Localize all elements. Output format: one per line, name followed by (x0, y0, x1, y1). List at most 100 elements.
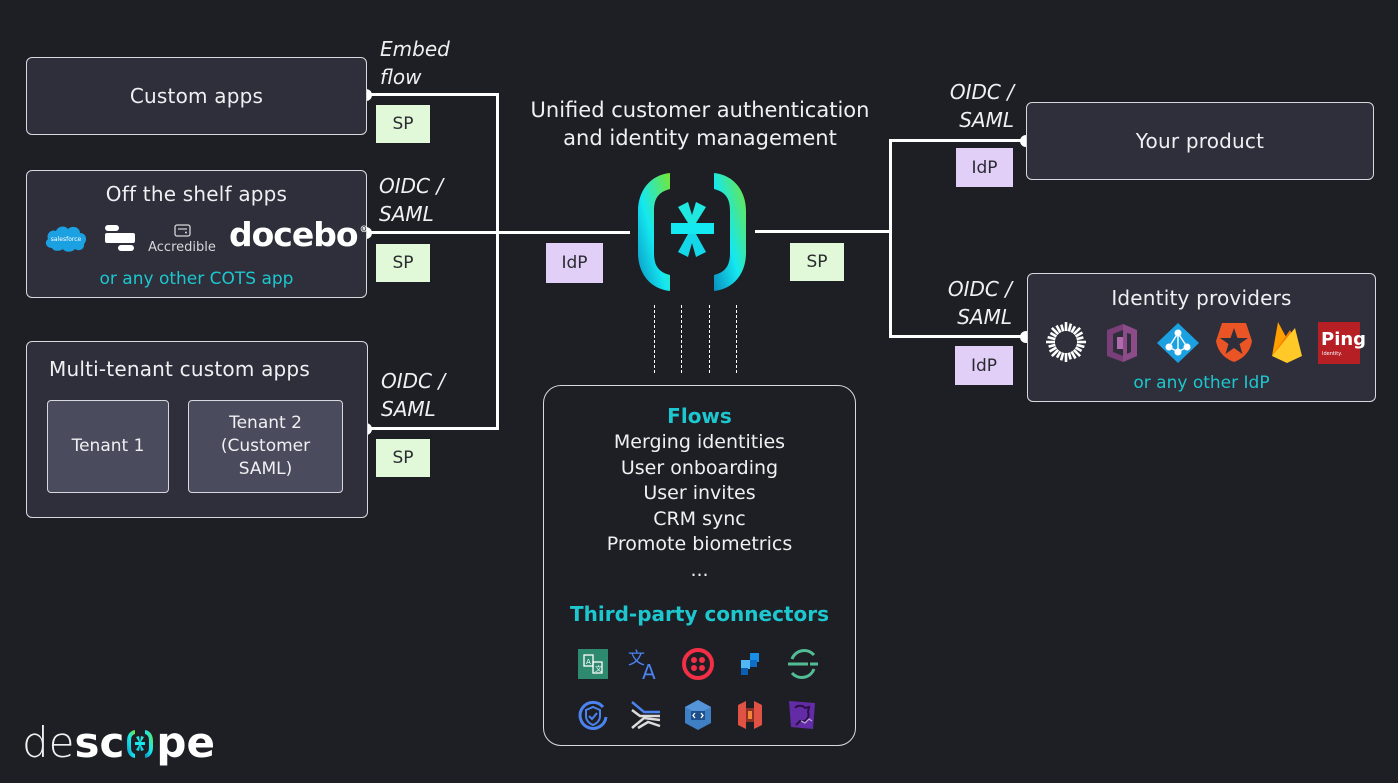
tenant-1-label: Tenant 1 (71, 436, 145, 456)
your-product-idp-tag: IdP (956, 148, 1013, 187)
ping-identity-icon: Ping Identity. (1318, 322, 1366, 364)
center-title: Unified customer authentication and iden… (520, 96, 880, 152)
identity-providers-box: Identity providers Ping Identity. or any… (1027, 273, 1376, 402)
okta-ray (1067, 352, 1072, 360)
connector-center-right-h (755, 230, 891, 233)
svg-text:文: 文 (595, 664, 602, 673)
okta-ray (1048, 343, 1056, 348)
off-shelf-sp-tag: SP (376, 244, 430, 282)
connector-off-shelf-h (366, 231, 630, 234)
custom-apps-box: Custom apps (26, 57, 367, 135)
flow-item: Promote biometrics (606, 533, 793, 555)
idp-footer: or any other IdP (1133, 373, 1270, 393)
svg-text:A: A (586, 658, 591, 666)
svg-text:Accredible: Accredible (148, 240, 216, 255)
connector-left-trunk-v (496, 93, 499, 430)
your-product-protocol: OIDC / SAML (940, 78, 1014, 134)
dashed-connector-1 (654, 305, 655, 373)
auth0-icon (1216, 323, 1252, 362)
center-sp-tag: SP (790, 243, 844, 281)
svg-text:A: A (642, 660, 656, 681)
segment-icon (788, 649, 818, 679)
identity-providers-title: Identity providers (1111, 286, 1292, 310)
connector-idp-h (889, 335, 1027, 338)
custom-apps-title: Custom apps (129, 84, 264, 108)
protocol-line: OIDC / (381, 369, 446, 393)
flow-item: User invites (643, 482, 756, 504)
off-shelf-footer: or any other COTS app (99, 269, 294, 289)
center-title-line: Unified customer authentication (530, 98, 870, 122)
docebo-logo-icon: docebo ® (229, 215, 369, 254)
docebo-text: docebo (229, 215, 359, 254)
protocol-line: OIDC / (379, 174, 444, 198)
ping-text: Ping (1321, 329, 1367, 350)
google-translate-icon: 文 A (628, 649, 656, 681)
okta-ray (1055, 350, 1062, 359)
flows-title: Flows (667, 404, 732, 428)
idp-protocol: OIDC / SAML (938, 275, 1012, 331)
okta-ray (1049, 331, 1058, 338)
your-product-box: Your product (1026, 102, 1374, 180)
your-product-title: Your product (1135, 129, 1265, 153)
tenant-2-label: Tenant 2 (229, 413, 302, 433)
okta-ray (1060, 324, 1065, 332)
descope-wordmark: desc pe (22, 718, 215, 767)
okta-ray (1070, 325, 1077, 334)
multi-tenant-sp-tag: SP (376, 439, 430, 477)
okta-ray (1076, 336, 1084, 341)
dashed-connector-3 (709, 305, 710, 373)
tenant-2-box: Tenant 2 (Customer SAML) (188, 400, 343, 493)
aws-codecommit-icon (685, 700, 711, 730)
descope-logo-icon (638, 173, 746, 291)
ping-sub-text: Identity. (1322, 351, 1343, 357)
connector-multi-tenant-h (366, 427, 499, 430)
protocol-line: flow (380, 65, 422, 89)
off-shelf-apps-box: Off the shelf apps salesforce Accredible… (26, 170, 369, 298)
azure-ad-icon (1157, 323, 1199, 363)
protocol-line: OIDC / (947, 277, 1012, 301)
idp-idp-tag: IdP (955, 346, 1013, 385)
protocol-line: SAML (381, 397, 436, 421)
okta-ray (1074, 346, 1083, 353)
svg-text:salesforce: salesforce (51, 236, 82, 243)
tenant-2-label: (Customer (220, 436, 311, 456)
protocol-line: SAML (959, 108, 1014, 132)
protocol-line: SAML (957, 305, 1012, 329)
flows-box: Flows Merging identities User onboarding… (543, 385, 856, 746)
okta-ray (1047, 335, 1056, 341)
flow-item: CRM sync (653, 507, 746, 530)
accredible-logo-icon: Accredible (148, 224, 216, 255)
dashed-connector-4 (736, 305, 737, 373)
custom-apps-sp-tag: SP (376, 105, 430, 143)
protocol-line: SAML (379, 202, 434, 226)
salesforce-logo-icon: salesforce (45, 226, 87, 252)
center-idp-tag: IdP (546, 243, 603, 283)
datadog-icon (789, 701, 815, 729)
multi-tenant-protocol: OIDC / SAML (381, 367, 445, 423)
stacked-bars-logo-icon (105, 225, 135, 251)
wordmark-o-icon (127, 730, 154, 758)
wordmark-bold: pe (156, 718, 215, 767)
dashed-connector-2 (681, 305, 682, 373)
okta-ray (1067, 323, 1073, 332)
custom-apps-protocol: Embed flow (380, 35, 450, 91)
fingerprint-shield-icon (578, 700, 608, 730)
connector-right-trunk-v (889, 139, 892, 338)
flows-list: Merging identities User onboarding User … (544, 430, 855, 583)
wordmark-thin: de (22, 718, 75, 767)
tenant-1-box: Tenant 1 (47, 400, 169, 493)
multi-tenant-title: Multi-tenant custom apps (49, 357, 310, 381)
off-shelf-protocol: OIDC / SAML (379, 172, 443, 228)
protocol-line: Embed (380, 37, 450, 61)
tenant-2-label: SAML) (238, 459, 293, 479)
merge-lines-icon (631, 701, 661, 730)
aws-translate-icon: A 文 (578, 649, 608, 679)
off-shelf-apps-title: Off the shelf apps (105, 182, 288, 206)
twilio-icon (682, 648, 714, 680)
okta-ray (1076, 343, 1085, 349)
connectors-title: Third-party connectors (569, 602, 829, 626)
okta-icon (1046, 322, 1086, 362)
protocol-line: OIDC / (949, 80, 1014, 104)
aws-s3-icon (738, 701, 762, 729)
firebase-icon (1272, 322, 1302, 363)
